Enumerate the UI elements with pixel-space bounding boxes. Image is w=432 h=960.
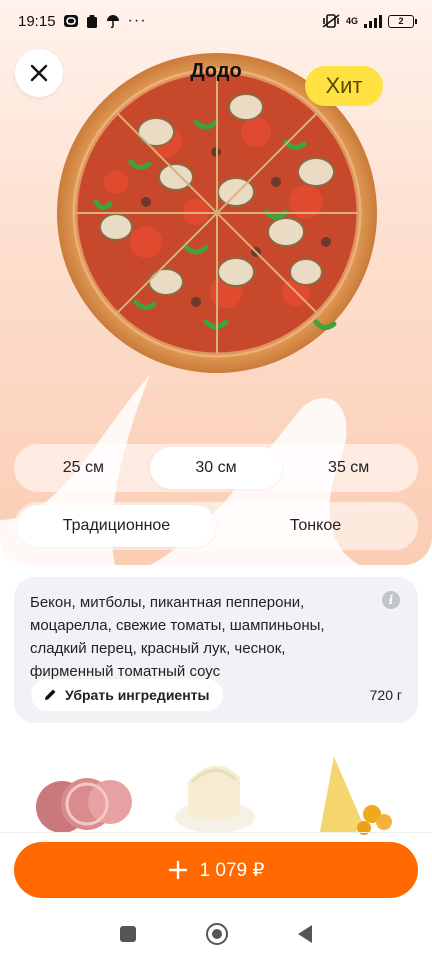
size-option-35[interactable]: 35 см	[282, 447, 415, 489]
pencil-icon	[45, 689, 56, 700]
dough-option-thin[interactable]: Тонкое	[216, 505, 415, 547]
bottom-divider	[0, 832, 432, 833]
status-time: 19:15	[18, 12, 56, 30]
dough-option-traditional[interactable]: Традиционное	[17, 505, 216, 547]
home-button[interactable]	[206, 923, 228, 945]
size-selector: 25 см 30 см 35 см	[14, 444, 418, 492]
add-to-cart-button[interactable]: 1 079 ₽	[14, 842, 418, 898]
remove-ingredients-label: Убрать ингредиенты	[65, 687, 210, 703]
hit-badge: Хит	[305, 66, 383, 106]
page-title: Додо	[190, 60, 242, 82]
ingredients-description: Бекон, митболы, пикантная пепперони, моц…	[30, 594, 325, 680]
battery-icon: 2	[388, 14, 417, 28]
back-button[interactable]	[298, 925, 312, 943]
ingredient-thumbnails	[0, 752, 432, 836]
bacon-thumbnail[interactable]	[32, 752, 132, 836]
close-icon	[30, 64, 48, 82]
pizza-weight: 720 г	[369, 687, 402, 703]
ingredients-card: Бекон, митболы, пикантная пепперони, моц…	[14, 577, 418, 723]
battery-level: 2	[398, 15, 404, 26]
mozzarella-thumbnail[interactable]	[170, 752, 260, 836]
size-option-25[interactable]: 25 см	[17, 447, 150, 489]
umbrella-icon	[106, 15, 119, 28]
network-type: 4G	[345, 16, 358, 26]
status-bar: 19:15 ··· 4G 2	[0, 0, 432, 42]
add-to-cart-price: 1 079 ₽	[199, 859, 265, 881]
dough-selector: Традиционное Тонкое	[14, 502, 418, 550]
more-notifications-icon: ···	[127, 12, 147, 29]
signal-icon	[364, 15, 382, 28]
cheese-thumbnail[interactable]	[312, 752, 402, 836]
app-notification-icon	[63, 15, 78, 27]
size-option-30[interactable]: 30 см	[149, 447, 283, 489]
info-icon[interactable]: i	[382, 591, 400, 609]
plus-icon	[168, 860, 187, 880]
vibrate-icon	[322, 14, 340, 28]
system-navigation-bar	[0, 908, 432, 960]
clipboard-icon	[86, 15, 97, 28]
recent-apps-button[interactable]	[120, 926, 136, 942]
remove-ingredients-button[interactable]: Убрать ингредиенты	[31, 679, 224, 711]
